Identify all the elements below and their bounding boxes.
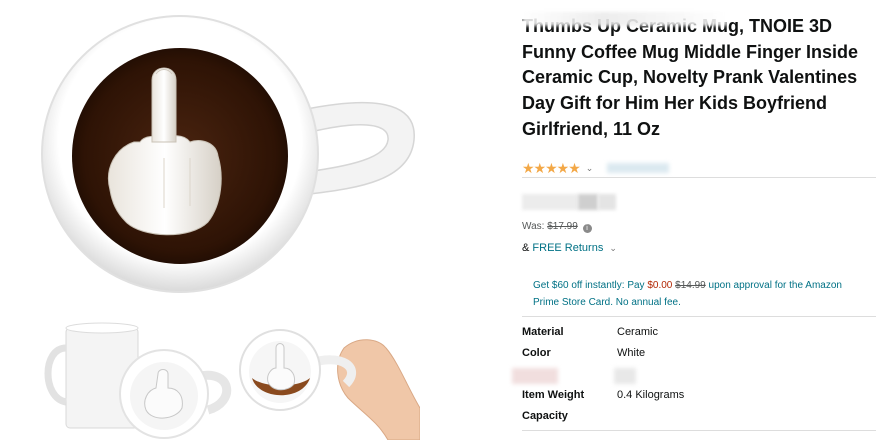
info-icon[interactable]: i [582,224,592,233]
image-gallery [0,0,430,444]
thumbnail-image-1[interactable] [36,318,232,440]
spec-key: Color [522,347,551,359]
divider [522,430,876,431]
spec-row-capacity: Capacity [522,410,876,428]
spec-key: Item Weight [522,389,585,401]
free-returns-link[interactable]: FREE Returns [532,242,603,254]
divider [522,177,876,178]
was-price: Was: $17.99 i [522,221,592,233]
main-product-image[interactable] [40,8,425,304]
promo-text-start: Get $60 off instantly: Pay [533,280,645,291]
rating-row[interactable]: ★★★★★ ⌄ [522,160,670,177]
was-label: Was: [522,221,545,232]
divider [522,316,876,317]
free-returns: & FREE Returns ⌄ [522,242,617,254]
promo-pay-price: $0.00 [647,280,673,291]
promo-original-price: $14.99 [675,280,706,291]
chevron-down-icon[interactable]: ⌄ [586,163,594,174]
thumbnail-image-2[interactable] [238,318,420,440]
product-info-panel: Thumbs Up Ceramic Mug, TNOIE 3D Funny Co… [512,0,878,444]
star-rating-icon[interactable]: ★★★★★ [522,160,581,177]
redaction-overlay [522,12,727,26]
spec-row-redacted [512,368,876,386]
spec-key: Material [522,326,564,338]
redaction-overlay [614,368,636,384]
prime-card-promo[interactable]: Get $60 off instantly: Pay $0.00 $14.99 … [533,278,853,311]
chevron-down-icon[interactable]: ⌄ [609,243,617,253]
product-title: Thumbs Up Ceramic Mug, TNOIE 3D Funny Co… [522,16,858,139]
spec-row-material: Material Ceramic [522,326,876,344]
price-redacted [522,194,616,210]
returns-prefix: & [522,242,530,254]
spec-row-color: Color White [522,347,876,365]
spec-value: 0.4 Kilograms [617,389,685,401]
was-price-value: $17.99 [547,221,578,232]
spec-key: Capacity [522,410,568,422]
spec-value: Ceramic [617,326,658,338]
spec-row-item-weight: Item Weight 0.4 Kilograms [522,389,876,407]
rating-count-link[interactable] [607,163,670,173]
spec-value: White [617,347,646,359]
redaction-overlay [512,368,558,384]
